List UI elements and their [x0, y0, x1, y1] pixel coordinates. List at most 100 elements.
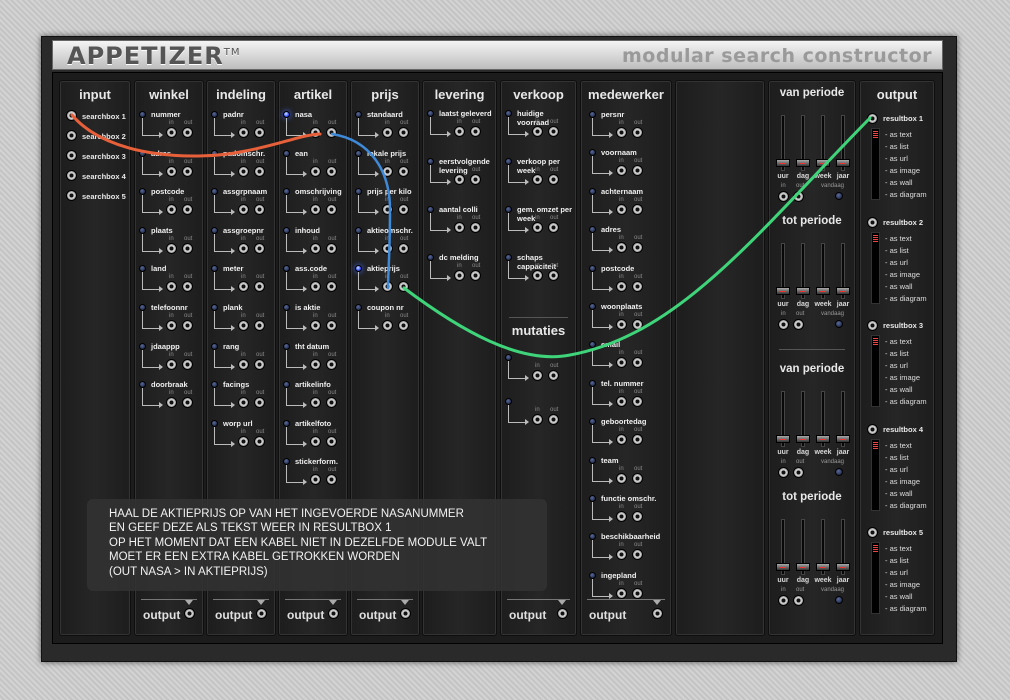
slider-week[interactable]: week [814, 243, 832, 308]
vandaag-led[interactable] [835, 192, 843, 200]
searchbox-input[interactable]: searchbox 5 [66, 190, 136, 204]
led-indicator[interactable] [355, 304, 362, 311]
slider-knob[interactable] [836, 159, 850, 167]
field-artikel[interactable]: ass.code in out [279, 264, 349, 300]
led-indicator[interactable] [211, 226, 218, 234]
output-type-option[interactable]: - as url [885, 153, 927, 165]
resultbox-jack[interactable] [867, 527, 878, 538]
led-indicator[interactable] [589, 264, 596, 272]
searchbox-jack[interactable] [66, 190, 77, 201]
in-jack[interactable] [616, 203, 627, 215]
led-indicator[interactable] [505, 354, 512, 361]
field-artikel[interactable]: inhoud in out [279, 226, 349, 262]
field-prijs[interactable]: lokale prijs in out [351, 149, 421, 185]
field-medewerker[interactable]: woonplaats in out [585, 302, 655, 338]
out-jack[interactable] [254, 127, 265, 138]
searchbox-input[interactable]: searchbox 2 [66, 130, 136, 144]
field-medewerker[interactable]: functie omschr. in out [585, 494, 656, 530]
slider-knob[interactable] [816, 435, 830, 443]
out-jack[interactable] [398, 242, 409, 254]
led-indicator[interactable] [139, 342, 146, 350]
out-jack[interactable] [548, 370, 559, 381]
field-winkel[interactable]: nummer in out [135, 110, 205, 146]
out-jack[interactable] [254, 242, 265, 254]
led-indicator[interactable] [211, 111, 218, 118]
slider-dag[interactable]: dag [795, 519, 811, 584]
led-indicator[interactable] [589, 341, 596, 349]
out-jack[interactable] [548, 270, 559, 281]
led-indicator[interactable] [139, 304, 146, 311]
field-artikel[interactable]: is aktie in out [279, 303, 349, 339]
field-verkoop[interactable]: verkoop per week in out [501, 157, 571, 193]
out-jack[interactable] [254, 281, 265, 293]
field-artikel[interactable]: artikelinfo in out [279, 380, 349, 416]
field-artikel[interactable]: artikelfoto in out [279, 419, 349, 455]
out-jack[interactable] [632, 357, 643, 369]
in-jack[interactable] [310, 165, 321, 177]
output-type-option[interactable]: - as diagram [885, 396, 927, 408]
slider-uur[interactable]: uur [775, 391, 791, 456]
dropdown-icon[interactable] [329, 600, 337, 605]
output-type-option[interactable]: - as image [885, 165, 927, 177]
output-type-option[interactable]: - as url [885, 567, 927, 579]
dropdown-icon[interactable] [185, 600, 193, 605]
output-type-option[interactable]: - as text [885, 440, 927, 452]
in-jack[interactable] [166, 320, 177, 331]
field-indeling[interactable]: assgroepnr in out [207, 226, 277, 262]
out-jack[interactable] [326, 320, 337, 331]
searchbox-jack[interactable] [66, 170, 77, 181]
in-jack[interactable] [532, 370, 543, 381]
led-indicator[interactable] [589, 456, 596, 464]
slider-knob[interactable] [816, 159, 830, 167]
led-indicator[interactable] [283, 304, 290, 311]
field-levering[interactable]: eerstvolgende levering in out [423, 157, 493, 193]
slider-knob[interactable] [796, 435, 810, 443]
field-medewerker[interactable]: ingepland in out [585, 571, 655, 607]
led-indicator[interactable] [283, 381, 290, 389]
slider-knob[interactable] [836, 287, 850, 295]
in-jack[interactable] [616, 549, 627, 561]
led-indicator[interactable] [589, 533, 596, 541]
output-jack[interactable] [256, 608, 267, 619]
slider-knob[interactable] [816, 287, 830, 295]
led-indicator[interactable] [427, 254, 434, 261]
out-jack[interactable] [793, 191, 804, 202]
led-indicator[interactable] [505, 110, 512, 117]
output-type-option[interactable]: - as wall [885, 384, 927, 396]
output-type-option[interactable]: - as text [885, 129, 927, 141]
in-jack[interactable] [166, 204, 177, 216]
out-jack[interactable] [326, 358, 337, 370]
searchbox-input[interactable]: searchbox 3 [66, 150, 136, 164]
out-jack[interactable] [326, 242, 337, 254]
mutaties-row[interactable]: in out [501, 353, 571, 389]
vandaag-led[interactable] [835, 468, 843, 476]
led-indicator[interactable] [427, 110, 434, 117]
in-jack[interactable] [616, 434, 627, 446]
in-jack[interactable] [454, 222, 465, 233]
field-medewerker[interactable]: adres in out [585, 225, 655, 261]
output-jack[interactable] [184, 608, 195, 619]
field-indeling[interactable]: rang in out [207, 342, 277, 378]
in-jack[interactable] [310, 127, 321, 138]
out-jack[interactable] [632, 280, 643, 292]
slider-knob[interactable] [776, 563, 790, 571]
in-jack[interactable] [382, 165, 393, 177]
in-jack[interactable] [238, 397, 249, 409]
slider-uur[interactable]: uur [775, 115, 791, 180]
in-jack[interactable] [382, 320, 393, 331]
slider-knob[interactable] [776, 435, 790, 443]
field-winkel[interactable]: plaats in out [135, 226, 205, 262]
slider-week[interactable]: week [814, 391, 832, 456]
out-jack[interactable] [182, 358, 193, 370]
out-jack[interactable] [793, 467, 804, 478]
in-jack[interactable] [310, 435, 321, 447]
led-indicator[interactable] [505, 158, 512, 165]
slider-week[interactable]: week [814, 115, 832, 180]
in-jack[interactable] [238, 435, 249, 447]
out-jack[interactable] [548, 414, 559, 425]
in-jack[interactable] [310, 204, 321, 216]
output-type-option[interactable]: - as image [885, 269, 927, 281]
in-jack[interactable] [166, 165, 177, 177]
field-indeling[interactable]: meter in out [207, 264, 277, 300]
led-indicator[interactable] [355, 149, 362, 157]
